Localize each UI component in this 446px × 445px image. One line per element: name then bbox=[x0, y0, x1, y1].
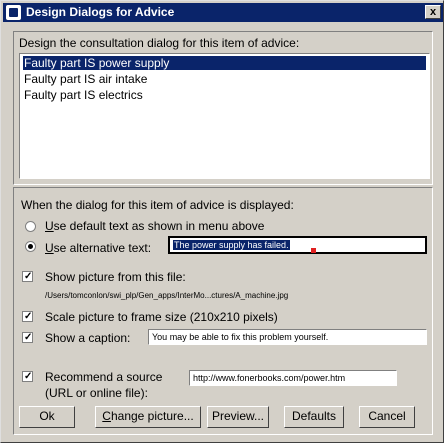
cancel-button[interactable]: Cancel bbox=[359, 406, 415, 428]
advice-label: Design the consultation dialog for this … bbox=[19, 36, 300, 50]
radio-default-mnemonic: U bbox=[45, 219, 54, 233]
show-picture-checkbox[interactable]: ✓ bbox=[22, 271, 33, 282]
show-picture-label: Show picture from this file: bbox=[45, 270, 186, 284]
change-picture-mnemonic: C bbox=[102, 409, 111, 423]
alternative-text-input[interactable]: The power supply has failed. bbox=[168, 236, 427, 254]
checkmark-icon: ✓ bbox=[24, 332, 33, 343]
checkmark-icon: ✓ bbox=[24, 311, 33, 322]
window-title: Design Dialogs for Advice bbox=[26, 5, 175, 19]
text-cursor bbox=[311, 248, 316, 253]
radio-default-label: Use default text as shown in menu above bbox=[45, 219, 264, 233]
list-item[interactable]: Faulty part IS air intake bbox=[23, 72, 147, 86]
radio-alternative-text[interactable] bbox=[25, 241, 36, 252]
recommend-source-label: Recommend a source bbox=[45, 370, 163, 384]
radio-default-text-label: se default text as shown in menu above bbox=[53, 219, 265, 233]
show-caption-checkbox[interactable]: ✓ bbox=[22, 332, 33, 343]
list-item[interactable]: Faulty part IS electrics bbox=[23, 88, 143, 102]
checkmark-icon: ✓ bbox=[24, 371, 33, 382]
scale-picture-checkbox[interactable]: ✓ bbox=[22, 311, 33, 322]
radio-alternative-text-label: se alternative text: bbox=[53, 241, 152, 255]
recommend-source-sublabel: (URL or online file): bbox=[45, 386, 148, 400]
dialog-window: Design Dialogs for Advice x Design the c… bbox=[0, 0, 444, 443]
advice-listbox[interactable]: Faulty part IS power supply Faulty part … bbox=[19, 53, 430, 179]
radio-default-text[interactable] bbox=[25, 221, 36, 232]
scale-picture-label: Scale picture to frame size (210x210 pix… bbox=[45, 310, 278, 324]
show-caption-label: Show a caption: bbox=[45, 331, 131, 345]
radio-alternative-mnemonic: U bbox=[45, 241, 54, 255]
source-url-input[interactable]: http://www.fonerbooks.com/power.htm bbox=[189, 370, 397, 386]
change-picture-button[interactable]: Change picture... bbox=[95, 406, 201, 428]
app-icon bbox=[6, 5, 21, 20]
display-label: When the dialog for this item of advice … bbox=[21, 198, 294, 212]
preview-button[interactable]: Preview... bbox=[207, 406, 269, 428]
close-button[interactable]: x bbox=[425, 5, 441, 19]
ok-button[interactable]: Ok bbox=[19, 406, 75, 428]
change-picture-label: hange picture... bbox=[110, 409, 194, 423]
defaults-button[interactable]: Defaults bbox=[284, 406, 344, 428]
alternative-text-value: The power supply has failed. bbox=[173, 240, 290, 250]
title-bar[interactable]: Design Dialogs for Advice x bbox=[3, 3, 443, 22]
checkmark-icon: ✓ bbox=[24, 271, 33, 282]
caption-input[interactable]: You may be able to fix this problem your… bbox=[148, 329, 427, 345]
radio-alternative-label: Use alternative text: bbox=[45, 241, 151, 255]
list-item[interactable]: Faulty part IS power supply bbox=[23, 56, 426, 70]
picture-file-path: /Users/tomconlon/swi_plp/Gen_apps/InterM… bbox=[45, 291, 289, 300]
recommend-source-checkbox[interactable]: ✓ bbox=[22, 371, 33, 382]
